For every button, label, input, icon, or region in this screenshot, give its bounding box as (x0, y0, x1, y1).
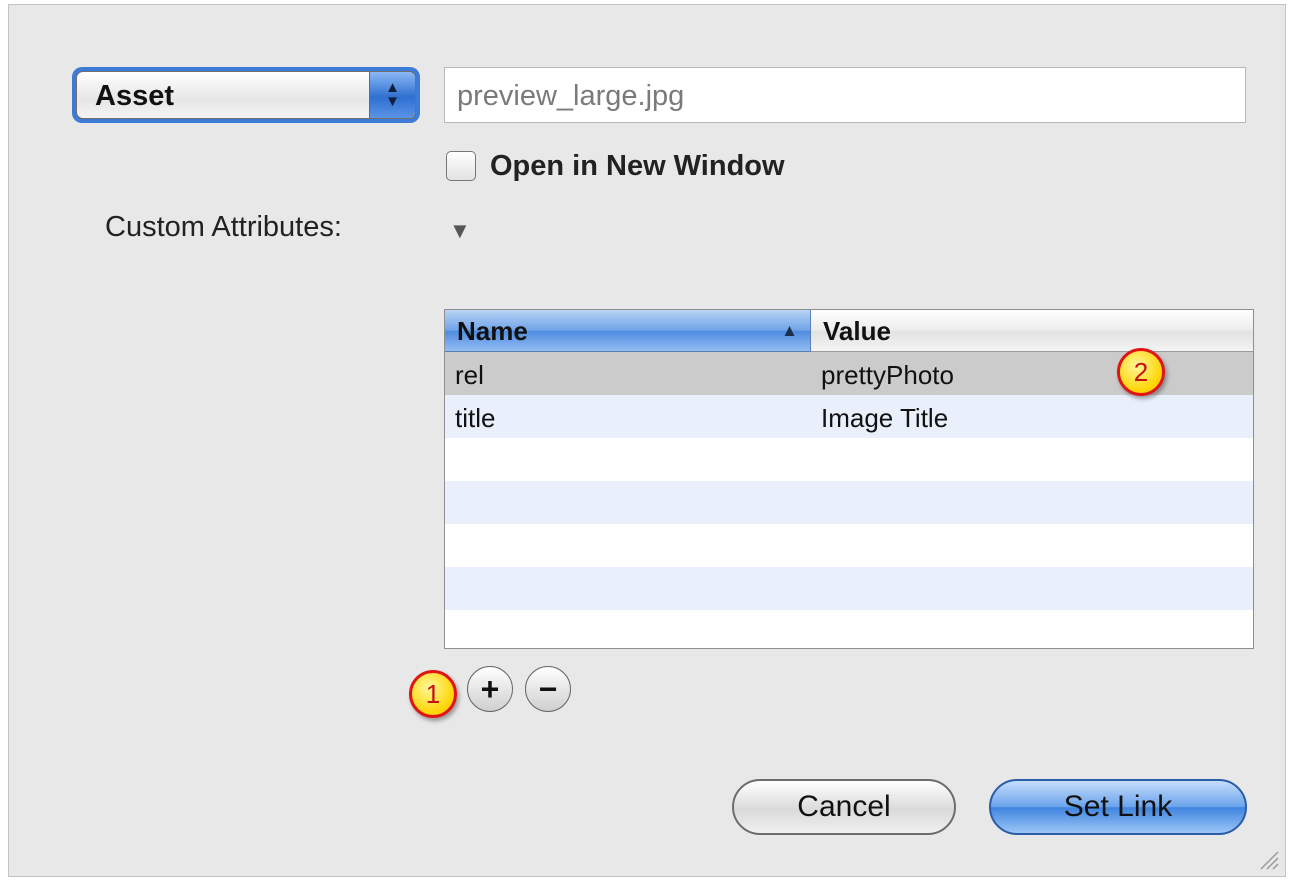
table-header: Name ▲ Value (445, 310, 1253, 352)
set-link-button[interactable]: Set Link (989, 779, 1247, 835)
cancel-button-label: Cancel (797, 790, 891, 823)
link-type-popup[interactable]: Asset ▲ ▼ (72, 67, 420, 123)
open-new-window-option[interactable]: Open in New Window (446, 147, 785, 185)
link-type-selected-label: Asset (95, 80, 174, 112)
empty-row (445, 524, 1253, 567)
sort-ascending-icon: ▲ (781, 321, 798, 340)
up-down-arrows-icon: ▲ ▼ (369, 72, 415, 118)
asset-path-value: preview_large.jpg (457, 80, 685, 112)
column-header-name-label: Name (457, 316, 528, 346)
add-attribute-button[interactable]: + (467, 666, 513, 712)
column-header-name[interactable]: Name ▲ (445, 310, 811, 352)
asset-path-field[interactable]: preview_large.jpg (444, 67, 1246, 123)
set-link-button-label: Set Link (1063, 790, 1173, 823)
callout-badge-1: 1 (409, 670, 457, 718)
empty-row (445, 610, 1253, 648)
link-dialog: Asset ▲ ▼ preview_large.jpg Open in New W… (8, 4, 1286, 877)
remove-attribute-button[interactable]: − (525, 666, 571, 712)
custom-attributes-label: Custom Attributes: (105, 211, 342, 243)
open-new-window-label: Open in New Window (490, 149, 785, 182)
table-row[interactable]: title Image Title (445, 395, 1253, 438)
disclosure-triangle-icon[interactable]: ▼ (449, 218, 471, 244)
column-header-value-label: Value (823, 316, 891, 346)
attribute-value-cell[interactable]: Image Title (811, 395, 1253, 438)
empty-row (445, 567, 1253, 610)
empty-row (445, 481, 1253, 524)
link-type-popup-body[interactable]: Asset ▲ ▼ (76, 71, 416, 119)
empty-row (445, 438, 1253, 481)
attribute-name-cell[interactable]: title (445, 395, 811, 438)
column-header-value[interactable]: Value (811, 310, 1253, 352)
callout-badge-2: 2 (1117, 348, 1165, 396)
open-new-window-checkbox[interactable] (446, 151, 476, 181)
attribute-value-cell[interactable]: prettyPhoto (811, 352, 1253, 395)
resize-grip-icon[interactable] (1257, 848, 1279, 870)
attribute-name-cell[interactable]: rel (445, 352, 811, 395)
cancel-button[interactable]: Cancel (732, 779, 956, 835)
